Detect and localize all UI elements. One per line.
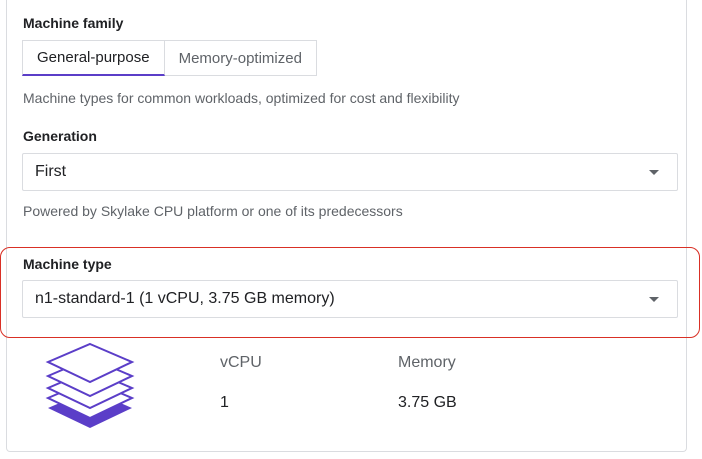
- generation-label: Generation: [23, 128, 97, 144]
- machine-type-select[interactable]: n1-standard-1 (1 vCPU, 3.75 GB memory): [22, 280, 678, 318]
- tab-general-purpose[interactable]: General-purpose: [22, 40, 165, 76]
- stacked-layers-icon: [45, 342, 135, 428]
- machine-type-label: Machine type: [23, 256, 112, 272]
- tab-memory-optimized[interactable]: Memory-optimized: [164, 40, 317, 76]
- chevron-down-icon: [649, 169, 659, 175]
- vcpu-label: vCPU: [220, 354, 262, 371]
- vcpu-value: 1: [220, 394, 229, 411]
- generation-select-value: First: [35, 163, 67, 180]
- machine-family-description: Machine types for common workloads, opti…: [23, 90, 460, 106]
- chevron-down-icon: [649, 296, 659, 302]
- generation-select[interactable]: First: [22, 153, 678, 191]
- machine-type-select-value: n1-standard-1 (1 vCPU, 3.75 GB memory): [35, 290, 335, 307]
- memory-label: Memory: [398, 354, 456, 371]
- machine-family-tabs: General-purpose Memory-optimized: [22, 40, 317, 76]
- generation-description: Powered by Skylake CPU platform or one o…: [23, 203, 403, 219]
- memory-value: 3.75 GB: [398, 394, 457, 411]
- machine-family-label: Machine family: [23, 15, 124, 31]
